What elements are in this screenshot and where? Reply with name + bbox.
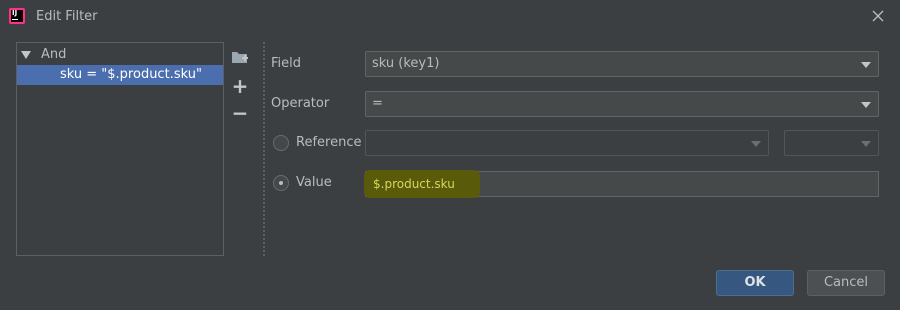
plus-icon[interactable]: + [230, 76, 250, 96]
tree-node-and[interactable]: And [17, 45, 223, 65]
minus-icon[interactable]: − [230, 103, 250, 123]
splitter[interactable] [263, 42, 265, 256]
field-dropdown[interactable]: sku (key1) [365, 51, 879, 77]
operator-dropdown-value: = [372, 96, 383, 111]
reference-label: Reference [296, 135, 362, 150]
tree-node-label: sku = "$.product.sku" [60, 67, 202, 82]
reference-radio[interactable] [273, 135, 289, 151]
value-radio[interactable] [273, 175, 289, 191]
edit-filter-dialog: IJ Edit Filter And sku = "$.product.sku"… [0, 0, 900, 310]
chevron-down-icon [861, 62, 871, 68]
reference-secondary-dropdown[interactable] [784, 130, 879, 156]
radio-selected-dot [279, 181, 283, 185]
cancel-button[interactable]: Cancel [807, 270, 885, 296]
value-label: Value [296, 175, 332, 190]
operator-dropdown[interactable]: = [365, 91, 879, 117]
close-icon[interactable] [870, 8, 886, 24]
window-title: Edit Filter [36, 9, 98, 24]
chevron-down-icon [861, 102, 871, 108]
field-label: Field [271, 56, 302, 71]
intellij-app-icon: IJ [9, 8, 25, 24]
value-input-text: $.product.sku [373, 177, 455, 191]
ok-button[interactable]: OK [716, 270, 794, 296]
filter-tree[interactable]: And sku = "$.product.sku" [16, 42, 224, 256]
reference-dropdown[interactable] [365, 130, 769, 156]
tree-node-condition[interactable]: sku = "$.product.sku" [17, 65, 223, 85]
folder-add-icon[interactable] [230, 49, 250, 69]
expand-arrow-icon[interactable] [21, 51, 31, 59]
title-bar: IJ Edit Filter [0, 0, 900, 34]
chevron-down-icon [751, 141, 761, 147]
field-dropdown-value: sku (key1) [372, 56, 440, 71]
chevron-down-icon [861, 141, 871, 147]
operator-label: Operator [271, 96, 330, 111]
tree-node-label: And [41, 47, 67, 62]
